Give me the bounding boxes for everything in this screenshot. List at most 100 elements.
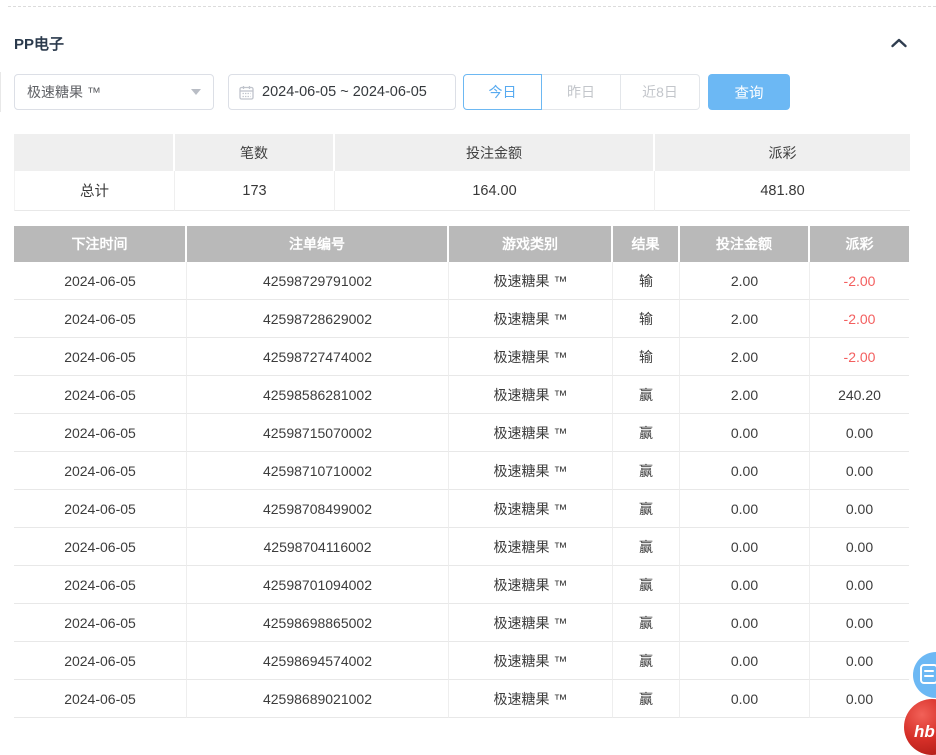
records-header-order-id: 注单编号 <box>187 226 449 262</box>
cell-bet-amount: 2.00 <box>680 300 810 338</box>
cell-bet-time: 2024-06-05 <box>14 680 187 718</box>
cell-game-type: 极速糖果 ™ <box>449 300 613 338</box>
brand-logo-text: hb <box>914 722 935 742</box>
game-select-value: 极速糖果 ™ <box>27 82 101 102</box>
cell-result: 赢 <box>613 604 680 642</box>
cell-bet-time: 2024-06-05 <box>14 452 187 490</box>
cell-bet-time: 2024-06-05 <box>14 604 187 642</box>
cell-bet-time: 2024-06-05 <box>14 642 187 680</box>
page-title: PP电子 <box>14 33 64 54</box>
table-row: 2024-06-05 42598729791002 极速糖果 ™ 输 2.00 … <box>14 262 909 300</box>
cell-payout: 0.00 <box>810 528 909 566</box>
cell-payout: 0.00 <box>810 566 909 604</box>
summary-header-bet-amount: 投注金额 <box>335 134 655 171</box>
records-body: 2024-06-05 42598729791002 极速糖果 ™ 输 2.00 … <box>14 262 909 718</box>
cell-bet-amount: 2.00 <box>680 376 810 414</box>
date-range-input[interactable]: 2024-06-05 ~ 2024-06-05 <box>228 74 456 110</box>
table-row: 2024-06-05 42598708499002 极速糖果 ™ 赢 0.00 … <box>14 490 909 528</box>
cell-result: 赢 <box>613 376 680 414</box>
cell-order-id: 42598708499002 <box>187 490 449 528</box>
cell-bet-amount: 0.00 <box>680 528 810 566</box>
today-button[interactable]: 今日 <box>463 74 542 110</box>
table-row: 2024-06-05 42598710710002 极速糖果 ™ 赢 0.00 … <box>14 452 909 490</box>
records-header-game-type: 游戏类别 <box>449 226 613 262</box>
cell-order-id: 42598704116002 <box>187 528 449 566</box>
cell-bet-amount: 2.00 <box>680 338 810 376</box>
cell-bet-amount: 0.00 <box>680 642 810 680</box>
chevron-up-icon <box>890 36 908 52</box>
cell-game-type: 极速糖果 ™ <box>449 604 613 642</box>
top-dashed-divider <box>8 6 936 7</box>
records-header-bet-time: 下注时间 <box>14 226 187 262</box>
cell-result: 赢 <box>613 566 680 604</box>
cell-order-id: 42598727474002 <box>187 338 449 376</box>
records-header-result: 结果 <box>613 226 680 262</box>
cell-game-type: 极速糖果 ™ <box>449 262 613 300</box>
cell-bet-amount: 0.00 <box>680 490 810 528</box>
yesterday-button[interactable]: 昨日 <box>542 74 621 110</box>
cell-bet-amount: 0.00 <box>680 566 810 604</box>
filter-bar: 极速糖果 ™ 2024-06-05 ~ 2024-06-05 今日 昨日 近8日… <box>14 74 790 110</box>
cell-payout: -2.00 <box>810 338 909 376</box>
records-header-payout: 派彩 <box>810 226 909 262</box>
panel-header: PP电子 <box>14 33 908 54</box>
summary-total-row: 总计 173 164.00 481.80 <box>14 171 910 211</box>
cell-payout: 0.00 <box>810 452 909 490</box>
cell-order-id: 42598689021002 <box>187 680 449 718</box>
cell-order-id: 42598698865002 <box>187 604 449 642</box>
cell-payout: 0.00 <box>810 680 909 718</box>
cell-result: 赢 <box>613 452 680 490</box>
cell-game-type: 极速糖果 ™ <box>449 528 613 566</box>
records-table: 下注时间 注单编号 游戏类别 结果 投注金额 派彩 2024-06-05 425… <box>14 226 909 718</box>
table-row: 2024-06-05 42598701094002 极速糖果 ™ 赢 0.00 … <box>14 566 909 604</box>
cell-bet-time: 2024-06-05 <box>14 490 187 528</box>
cell-bet-time: 2024-06-05 <box>14 414 187 452</box>
cell-result: 输 <box>613 262 680 300</box>
last8days-button[interactable]: 近8日 <box>621 74 700 110</box>
cell-bet-time: 2024-06-05 <box>14 528 187 566</box>
caret-down-icon <box>191 89 201 95</box>
cell-payout: 0.00 <box>810 414 909 452</box>
cell-bet-time: 2024-06-05 <box>14 338 187 376</box>
cell-game-type: 极速糖果 ™ <box>449 414 613 452</box>
cell-order-id: 42598715070002 <box>187 414 449 452</box>
cell-game-type: 极速糖果 ™ <box>449 642 613 680</box>
cell-result: 赢 <box>613 642 680 680</box>
cell-bet-amount: 0.00 <box>680 414 810 452</box>
cell-bet-amount: 0.00 <box>680 680 810 718</box>
cell-payout: -2.00 <box>810 300 909 338</box>
cell-result: 赢 <box>613 680 680 718</box>
game-select[interactable]: 极速糖果 ™ <box>14 74 214 110</box>
summary-header-count: 笔数 <box>175 134 335 171</box>
cell-order-id: 42598701094002 <box>187 566 449 604</box>
summary-total-bet-amount: 164.00 <box>335 171 655 211</box>
cell-bet-time: 2024-06-05 <box>14 300 187 338</box>
cell-bet-amount: 0.00 <box>680 452 810 490</box>
table-row: 2024-06-05 42598704116002 极速糖果 ™ 赢 0.00 … <box>14 528 909 566</box>
cell-payout: 0.00 <box>810 604 909 642</box>
cell-game-type: 极速糖果 ™ <box>449 376 613 414</box>
summary-header-payout: 派彩 <box>655 134 910 171</box>
cell-payout: 0.00 <box>810 642 909 680</box>
cell-game-type: 极速糖果 ™ <box>449 680 613 718</box>
query-button[interactable]: 查询 <box>708 74 790 110</box>
cell-result: 赢 <box>613 490 680 528</box>
date-range-value: 2024-06-05 ~ 2024-06-05 <box>262 84 427 100</box>
cell-result: 输 <box>613 300 680 338</box>
cell-order-id: 42598586281002 <box>187 376 449 414</box>
chat-form-icon <box>919 663 936 688</box>
summary-total-label: 总计 <box>14 171 175 211</box>
customer-service-button[interactable] <box>913 652 936 698</box>
cell-payout: -2.00 <box>810 262 909 300</box>
cell-result: 输 <box>613 338 680 376</box>
table-row: 2024-06-05 42598586281002 极速糖果 ™ 赢 2.00 … <box>14 376 909 414</box>
cell-game-type: 极速糖果 ™ <box>449 452 613 490</box>
records-header-bet-amount: 投注金额 <box>680 226 810 262</box>
cell-game-type: 极速糖果 ™ <box>449 566 613 604</box>
table-row: 2024-06-05 42598715070002 极速糖果 ™ 赢 0.00 … <box>14 414 909 452</box>
collapse-button[interactable] <box>890 36 908 52</box>
cell-game-type: 极速糖果 ™ <box>449 490 613 528</box>
summary-total-count: 173 <box>175 171 335 211</box>
calendar-icon <box>239 85 254 100</box>
cell-result: 赢 <box>613 528 680 566</box>
